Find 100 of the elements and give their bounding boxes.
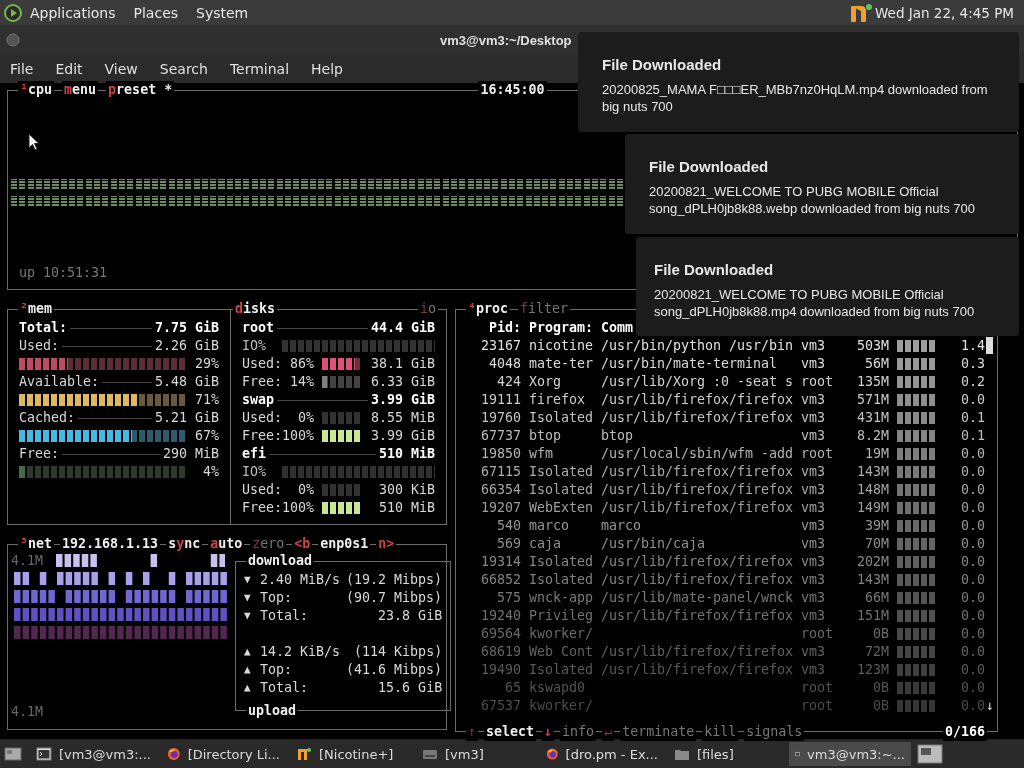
notification-title: File Downloaded (654, 261, 775, 278)
notification-text: 20200821_WELCOME TO PUBG MOBILE Official song_dPLH0jb8k88.webp downloaded from big nuts 700 (649, 183, 976, 217)
box-title[interactable]: ⁴ proc (466, 300, 511, 318)
percent-text: 29% (193, 355, 219, 373)
menu-item[interactable]: Terminal (229, 61, 290, 77)
notification[interactable]: File Downloaded 20200821_WELCOME TO PUBG MOBILE Official song_dPLH0jb8k88.mp4 downloaded from big nuts 700 (636, 237, 1019, 336)
stat-value: 2.26 GiB (154, 337, 219, 355)
column-header[interactable]: Program: (529, 319, 593, 337)
memory-bar-icon (897, 430, 937, 442)
panel-menu[interactable]: Applications (30, 4, 116, 21)
footer-action[interactable]: info (560, 723, 597, 741)
box-title[interactable]: enp0s1 (318, 535, 371, 553)
notification[interactable]: File Downloaded 20200821_WELCOME TO PUBG MOBILE Official song_dPLH0jb8k88.webp downloaded from big nuts 700 (625, 134, 1019, 234)
table-cell: /usr/lib/Xorg :0 -seat s (601, 373, 793, 391)
table-cell-text: vm3 (801, 517, 827, 535)
table-cell: /usr/lib/firefox/firefox (601, 463, 793, 481)
scrollbar-thumb[interactable] (986, 337, 993, 354)
taskbar-button[interactable]: vm3@vm3:~... (789, 742, 911, 766)
usage-value: 300 KiB (377, 481, 435, 499)
disk-name: efi (242, 445, 267, 463)
stat-label: Total: (19, 319, 68, 337)
table-cell-text: 0.0 (959, 679, 985, 697)
menu-item[interactable]: View (104, 61, 138, 77)
menu-item[interactable]: Edit (55, 61, 83, 77)
box-title[interactable]: preset * (106, 81, 175, 99)
panel-menu[interactable]: Places (133, 4, 179, 21)
taskbar-label: [files] (697, 746, 734, 762)
footer-action[interactable]: terminate (620, 723, 697, 741)
table-cell-text: 540 (495, 517, 521, 535)
table-cell-text: 0.0 (959, 589, 985, 607)
table-cell-text: 0.0 (959, 643, 985, 661)
workspace-icon (917, 744, 943, 764)
memory-bar-icon (897, 574, 937, 586)
table-cell-text: 0.2 (959, 373, 985, 391)
scroll-down-arrow[interactable]: ↓ (986, 697, 994, 715)
taskbar-button[interactable]: [vm3] (416, 742, 536, 766)
table-cell-text: wfm (529, 445, 555, 463)
disk-name: root (242, 319, 275, 337)
table-cell-text: vm3 (801, 571, 827, 589)
arrow-icon: ▲ (244, 679, 260, 697)
traffic-label: 2.40 MiB/s (260, 571, 341, 589)
taskbar-button[interactable]: [vm3@vm3:... (30, 742, 157, 766)
terminal-icon (36, 746, 52, 762)
clock[interactable]: Wed Jan 22, 4:45 PM (875, 4, 1014, 21)
memory-bar-icon (897, 448, 937, 460)
graph-scale: 4.1M (11, 703, 45, 721)
table-cell-text: 39M (863, 517, 889, 535)
table-cell: Privileg (529, 607, 593, 625)
table-cell: 67737 (481, 427, 521, 445)
taskbar-button[interactable]: [dro.pm - Ex... (540, 742, 664, 766)
menu-item[interactable]: File (10, 61, 34, 77)
percent-text: 86% (288, 355, 314, 373)
taskbar-button[interactable]: [Nicotine+] (290, 742, 412, 766)
panel-menu[interactable]: System (196, 4, 249, 21)
table-cell-text: 143M (855, 463, 889, 481)
footer-action[interactable]: select (484, 723, 537, 741)
percent-text: 100% (282, 427, 314, 445)
table-cell-text: 431M (855, 409, 889, 427)
footer-action[interactable]: kill (702, 723, 739, 741)
table-cell: /usr/lib/firefox/firefox (601, 643, 793, 661)
taskbar-label: [vm3] (445, 746, 484, 762)
io-label: IO% (242, 463, 268, 481)
table-cell: Isolated (529, 481, 593, 499)
usage-value: 510 MiB (377, 499, 435, 517)
column-header[interactable]: Pid: (481, 319, 521, 337)
memory-bar-icon (897, 538, 937, 550)
traffic-label: Total: (260, 679, 309, 697)
table-cell: root (801, 445, 833, 463)
table-cell: 23167 (481, 337, 521, 355)
arrow-icon: ▲ (244, 661, 260, 679)
table-cell-text: 123M (855, 661, 889, 679)
table-cell-text: marco (601, 517, 643, 535)
table-cell: root (801, 679, 833, 697)
table-cell-text: 151M (855, 607, 889, 625)
usage-label: Used: (242, 409, 282, 427)
table-cell-text: 0.1 (959, 427, 985, 445)
arrow-icon: ▲ (244, 643, 260, 661)
taskbar-button[interactable]: [Directory Li... (161, 742, 286, 766)
table-cell-text: 0.0 (959, 571, 985, 589)
usage-value: 6.33 GiB (369, 373, 435, 391)
footer-action[interactable]: signals (744, 723, 805, 741)
memory-bar-icon (897, 682, 937, 694)
menu-item[interactable]: Search (159, 61, 208, 77)
table-cell: /usr/lib/firefox/firefox (601, 481, 793, 499)
table-cell: Isolated (529, 661, 593, 679)
memory-bar-icon (897, 376, 937, 388)
window-menu-icon (6, 33, 20, 47)
table-cell-text: vm3 (801, 337, 827, 355)
memory-bar-icon (897, 592, 937, 604)
box-title[interactable]: ¹cpu (18, 81, 55, 99)
usage-label: Free: (242, 373, 282, 391)
notification[interactable]: File Downloaded 20200825_MAMA F□□□ER_MBb7nz0HqLM.mp4 downloaded from big nuts 700 (578, 32, 1019, 132)
menu-item[interactable]: Help (311, 61, 343, 77)
taskbar-button[interactable]: [files] (668, 742, 785, 766)
show-desktop-icon (4, 746, 22, 762)
table-cell: root (801, 697, 833, 715)
table-cell: nicotine (529, 337, 593, 355)
table-cell: /usr/lib/firefox/firefox (601, 553, 793, 571)
table-cell-text: firefox (529, 391, 587, 409)
table-cell: 19490 (481, 661, 521, 679)
